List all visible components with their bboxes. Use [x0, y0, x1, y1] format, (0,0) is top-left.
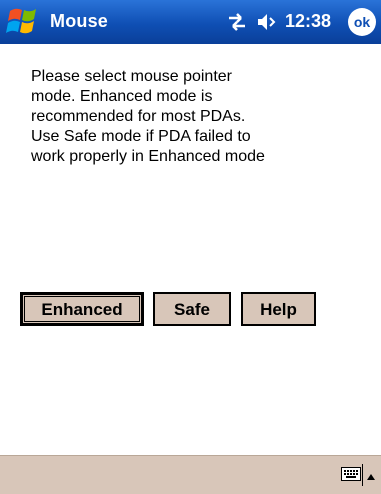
help-button[interactable]: Help	[241, 292, 316, 326]
clock[interactable]: 12:38	[285, 11, 331, 32]
input-panel-arrow-icon[interactable]	[366, 469, 376, 480]
bottom-bar	[0, 455, 381, 494]
instructions-text: Please select mouse pointer mode. Enhanc…	[31, 68, 265, 165]
app-title: Mouse	[50, 11, 109, 31]
windows-start-icon[interactable]	[4, 3, 44, 41]
ok-button[interactable]: ok	[348, 8, 376, 36]
safe-button[interactable]: Safe	[153, 292, 231, 326]
title-bar: Mouse 12:38 ok	[0, 0, 381, 44]
sip-divider	[362, 464, 363, 486]
enhanced-button[interactable]: Enhanced	[20, 292, 144, 326]
connectivity-icon[interactable]	[226, 12, 248, 32]
keyboard-icon[interactable]	[341, 466, 361, 482]
volume-icon[interactable]	[256, 12, 278, 32]
